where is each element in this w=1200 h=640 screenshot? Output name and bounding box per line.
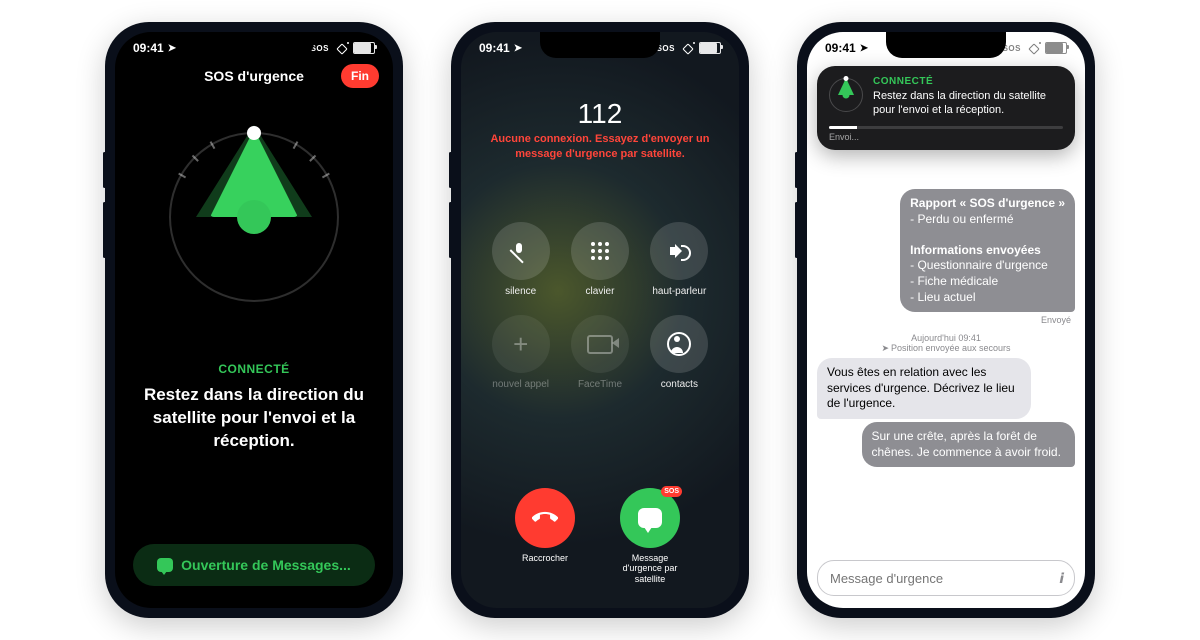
notch bbox=[540, 32, 660, 58]
message-icon bbox=[638, 508, 662, 528]
mute-button[interactable]: silence bbox=[492, 222, 550, 297]
facetime-button[interactable]: FaceTime bbox=[571, 315, 629, 390]
message-icon bbox=[157, 558, 173, 572]
keypad-button[interactable]: clavier bbox=[571, 222, 629, 297]
banner-connected: CONNECTÉ bbox=[873, 76, 1063, 87]
satellite-icon bbox=[1026, 43, 1040, 53]
location-icon: ➤ bbox=[168, 43, 176, 54]
message-in: Vous êtes en relation avec les services … bbox=[817, 358, 1075, 419]
chat-thread[interactable]: Rapport « SOS d'urgence » - Perdu ou enf… bbox=[807, 182, 1085, 554]
instruction-text: Restez dans la direction du satellite po… bbox=[139, 384, 369, 453]
screen-messages: 09:41➤ SOS CONNECTÉ Restez dans la direc… bbox=[807, 32, 1085, 608]
satellite-icon bbox=[680, 43, 694, 53]
contacts-button[interactable]: contacts bbox=[650, 315, 708, 390]
phone-1-frame: 09:41➤ SOS SOS d'urgence Fin bbox=[105, 22, 403, 618]
satellite-icon bbox=[334, 43, 348, 53]
dialed-number: 112 bbox=[483, 98, 717, 130]
notch bbox=[886, 32, 1006, 58]
battery-icon bbox=[353, 42, 375, 54]
location-sent-icon: ➤ bbox=[881, 343, 889, 353]
notch bbox=[194, 32, 314, 58]
send-progress bbox=[829, 126, 1063, 129]
mute-icon bbox=[511, 241, 531, 261]
satellite-compass bbox=[169, 132, 339, 302]
satellite-dot-icon bbox=[247, 126, 261, 140]
message-out: Rapport « SOS d'urgence » - Perdu ou enf… bbox=[817, 189, 1075, 312]
open-messages-button[interactable]: Ouverture de Messages... bbox=[133, 544, 375, 586]
connected-label: CONNECTÉ bbox=[139, 362, 369, 376]
sos-badge: SOS bbox=[661, 486, 682, 497]
end-button[interactable]: Fin bbox=[341, 64, 379, 88]
plus-icon: + bbox=[513, 331, 528, 357]
satellite-banner: CONNECTÉ Restez dans la direction du sat… bbox=[817, 66, 1075, 150]
status-time: 09:41 bbox=[825, 41, 856, 55]
location-icon: ➤ bbox=[860, 43, 868, 54]
nav-title: SOS d'urgence bbox=[204, 68, 304, 84]
status-time: 09:41 bbox=[133, 41, 164, 55]
status-time: 09:41 bbox=[479, 41, 510, 55]
screen-emergency-call: 09:41 ➤ SOS 112 Aucune connexion. Essayez… bbox=[461, 32, 739, 608]
message-out: Sur une crête, après la forêt de chênes.… bbox=[817, 422, 1075, 467]
battery-icon bbox=[1045, 42, 1067, 54]
battery-icon bbox=[699, 42, 721, 54]
hangup-button[interactable]: Raccrocher bbox=[515, 488, 575, 584]
speaker-icon bbox=[670, 242, 688, 260]
banner-message: Restez dans la direction du satellite po… bbox=[873, 89, 1063, 118]
add-call-button[interactable]: + nouvel appel bbox=[492, 315, 550, 390]
send-progress-label: Envoi... bbox=[829, 132, 1063, 142]
message-input[interactable] bbox=[828, 570, 1051, 587]
no-connection-text: Aucune connexion. Essayez d'envoyer un m… bbox=[483, 132, 717, 162]
satellite-message-button[interactable]: SOS Message d'urgence par satellite bbox=[615, 488, 685, 584]
phone-3-frame: 09:41➤ SOS CONNECTÉ Restez dans la direc… bbox=[797, 22, 1095, 618]
mini-compass-icon bbox=[829, 78, 863, 112]
dictation-icon[interactable]: 𝙞 bbox=[1059, 570, 1064, 587]
keypad-icon bbox=[591, 242, 609, 260]
open-messages-label: Ouverture de Messages... bbox=[181, 557, 351, 573]
message-input-bar[interactable]: 𝙞 bbox=[817, 560, 1075, 596]
timestamp: Aujourd'hui 09:41 ➤Position envoyée aux … bbox=[817, 333, 1075, 354]
speaker-button[interactable]: haut-parleur bbox=[650, 222, 708, 297]
sent-receipt: Envoyé bbox=[817, 315, 1071, 325]
location-icon: ➤ bbox=[514, 43, 522, 54]
phone-2-frame: 09:41 ➤ SOS 112 Aucune connexion. Essayez… bbox=[451, 22, 749, 618]
nav-bar: SOS d'urgence Fin bbox=[115, 68, 393, 84]
screen-sos-compass: 09:41➤ SOS SOS d'urgence Fin bbox=[115, 32, 393, 608]
facetime-icon bbox=[587, 335, 613, 354]
hangup-icon bbox=[532, 505, 558, 531]
contacts-icon bbox=[667, 332, 691, 356]
